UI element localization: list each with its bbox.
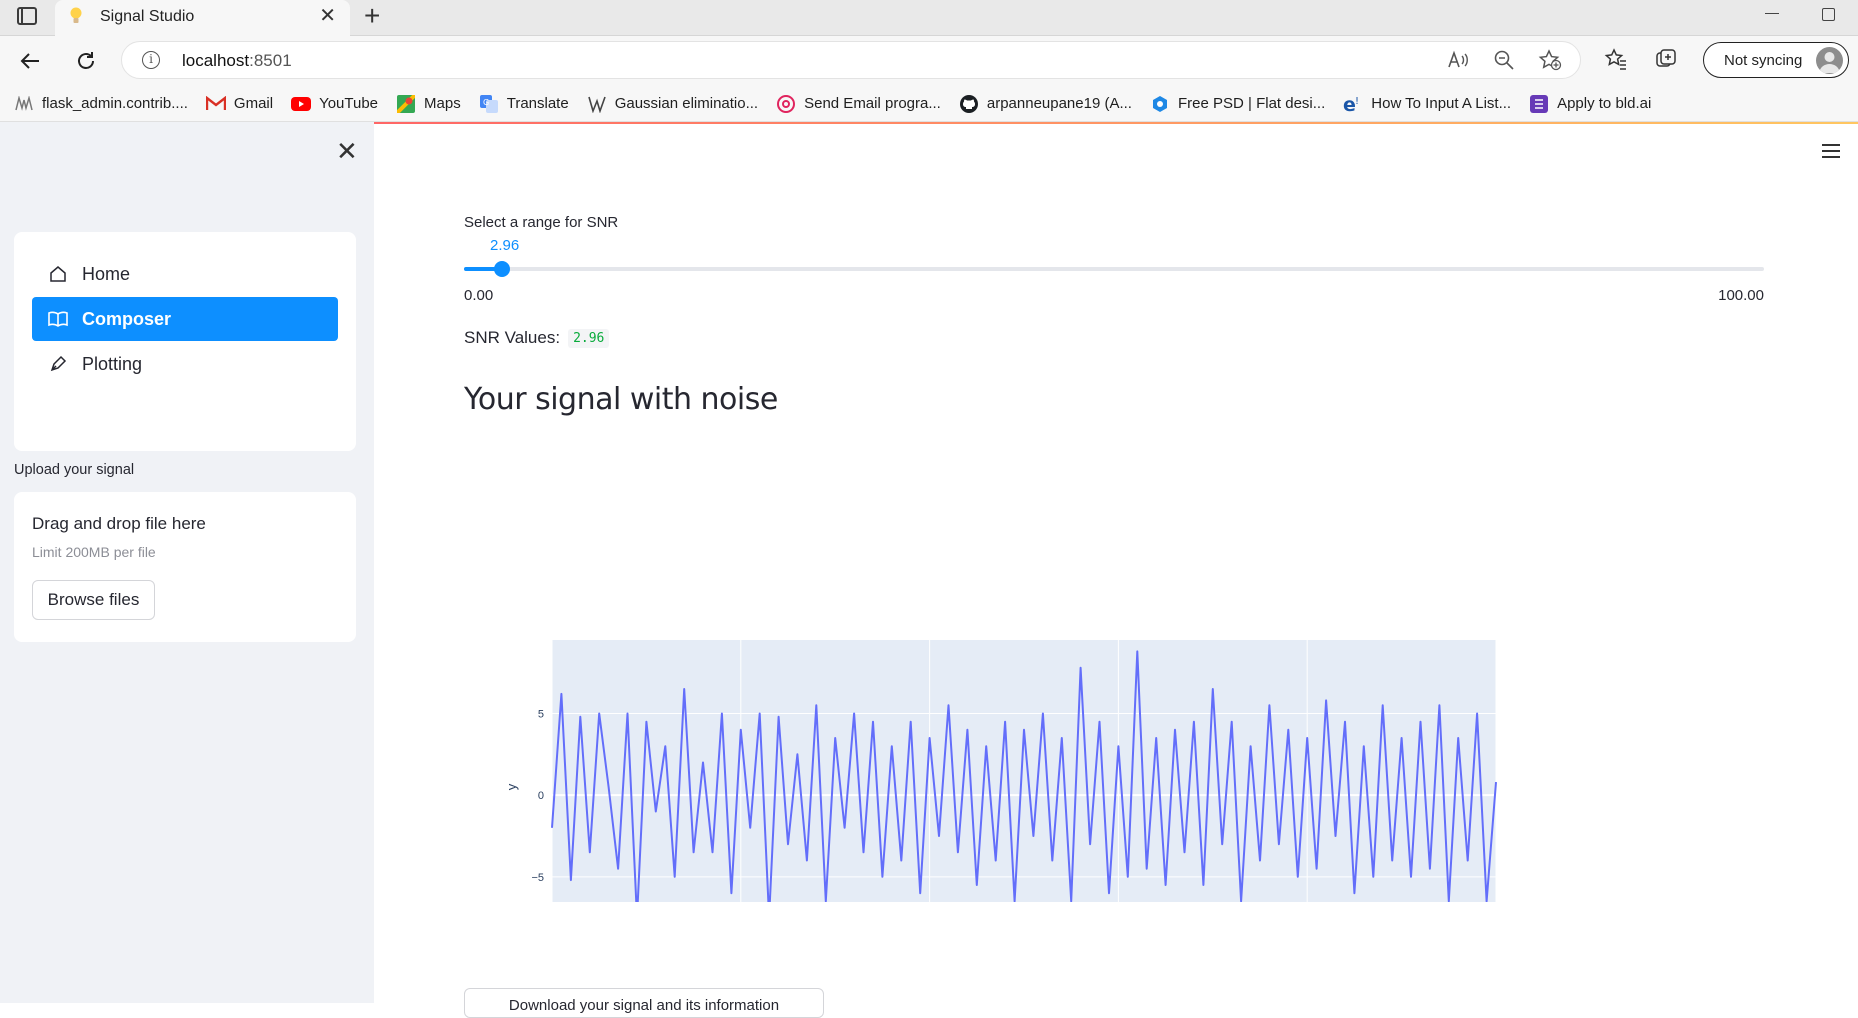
profile-avatar-icon xyxy=(1816,47,1843,74)
svg-text:!: ! xyxy=(1355,96,1359,107)
dropzone-title: Drag and drop file here xyxy=(32,514,206,533)
minimize-icon[interactable] xyxy=(1765,13,1779,14)
y-tick-label: 5 xyxy=(538,709,544,721)
e-icon: e! xyxy=(1343,94,1363,114)
forms-icon xyxy=(1529,94,1549,114)
browse-files-button[interactable]: Browse files xyxy=(32,580,155,620)
snr-slider-thumb[interactable] xyxy=(494,261,510,277)
bookmark-gaussian[interactable]: Gaussian eliminatio... xyxy=(587,94,758,114)
snr-values-code: 2.96 xyxy=(568,328,610,348)
bookmark-freepsd[interactable]: Free PSD | Flat desi... xyxy=(1150,94,1325,114)
maximize-icon[interactable] xyxy=(1822,8,1835,21)
zoom-out-icon[interactable] xyxy=(1492,48,1516,72)
snr-values-label: SNR Values: xyxy=(464,328,561,347)
sync-status-button[interactable]: Not syncing xyxy=(1703,42,1849,78)
site-info-icon[interactable]: i xyxy=(142,51,160,69)
main-content: Select a range for SNR 2.96 0.00 100.00 … xyxy=(374,122,1858,1018)
svg-text:G: G xyxy=(483,98,489,107)
url-text: localhost:8501 xyxy=(182,51,292,70)
upload-label: Upload your signal xyxy=(14,462,135,478)
close-sidebar-icon[interactable]: ✕ xyxy=(336,138,358,164)
signal-plot[interactable]: 01234550−5xy xyxy=(464,522,1524,902)
collections-icon[interactable] xyxy=(1654,47,1678,76)
url-input[interactable]: i localhost:8501 xyxy=(121,41,1581,79)
freepsd-icon xyxy=(1150,94,1170,114)
snr-values-row: SNR Values: 2.96 xyxy=(464,328,610,348)
lightbulb-icon xyxy=(70,7,82,23)
file-dropzone[interactable]: Drag and drop file here Limit 200MB per … xyxy=(14,492,356,642)
bookmark-send-email[interactable]: Send Email progra... xyxy=(776,94,941,114)
nav-label-home: Home xyxy=(82,263,131,284)
bookmark-how-to[interactable]: e! How To Input A List... xyxy=(1343,94,1511,114)
sync-label: Not syncing xyxy=(1724,52,1803,69)
read-aloud-icon[interactable] xyxy=(1446,48,1470,72)
gmail-icon xyxy=(205,94,226,114)
y-tick-label: 0 xyxy=(538,790,544,802)
back-arrow-icon[interactable] xyxy=(16,47,44,75)
nav-item-plotting[interactable]: Plotting xyxy=(32,342,338,386)
bookmark-translate[interactable]: G Translate xyxy=(479,94,569,114)
add-favorite-icon[interactable] xyxy=(1538,48,1562,72)
bookmark-bld[interactable]: Apply to bld.ai xyxy=(1529,94,1651,114)
page-heading: Your signal with noise xyxy=(464,382,778,417)
youtube-icon xyxy=(291,94,312,114)
snr-slider-label: Select a range for SNR xyxy=(464,214,619,231)
snr-slider-min: 0.00 xyxy=(464,287,494,304)
sidebar: ✕ Home Composer Plotting Upload your sig… xyxy=(0,122,374,1003)
bookmark-flask-admin[interactable]: flask_admin.contrib.... xyxy=(14,94,188,114)
close-icon[interactable]: ✕ xyxy=(319,6,336,26)
favorites-icon[interactable] xyxy=(1604,47,1628,76)
nav-item-home[interactable]: Home xyxy=(32,252,338,296)
new-tab-icon[interactable]: + xyxy=(364,2,380,30)
browser-tab[interactable]: Signal Studio ✕ xyxy=(55,0,350,36)
nav-label-plotting: Plotting xyxy=(82,353,143,374)
send-email-icon xyxy=(776,94,796,114)
refresh-icon[interactable] xyxy=(72,47,100,75)
bookmarks-bar: flask_admin.contrib.... Gmail YouTube Ma… xyxy=(0,86,1858,122)
bookmark-maps[interactable]: Maps xyxy=(396,94,461,114)
gaussian-icon xyxy=(587,94,607,114)
app-viewport: ✕ Home Composer Plotting Upload your sig… xyxy=(0,122,1858,1018)
house-icon xyxy=(48,264,68,284)
pen-icon xyxy=(48,354,68,374)
translate-icon: G xyxy=(479,94,499,114)
snr-slider[interactable] xyxy=(464,261,1764,277)
address-bar: i localhost:8501 Not syncing xyxy=(0,36,1858,86)
maps-icon xyxy=(396,94,416,114)
bookmark-github[interactable]: arpanneupane19 (A... xyxy=(959,94,1132,114)
tab-actions-icon[interactable] xyxy=(17,7,37,25)
y-axis-title: y xyxy=(504,783,519,790)
flask-admin-icon xyxy=(14,94,34,114)
snr-slider-max: 100.00 xyxy=(1718,287,1764,304)
nav-label-composer: Composer xyxy=(82,308,172,329)
bookmark-gmail[interactable]: Gmail xyxy=(205,94,273,114)
book-icon xyxy=(48,309,68,329)
y-tick-label: −5 xyxy=(531,872,544,884)
snr-slider-value: 2.96 xyxy=(490,237,520,254)
browser-tab-strip: Signal Studio ✕ + xyxy=(0,0,1858,36)
dropzone-limit: Limit 200MB per file xyxy=(32,544,156,560)
svg-text:e: e xyxy=(1343,95,1356,113)
download-button[interactable]: Download your signal and its information xyxy=(464,988,824,1018)
nav-item-composer[interactable]: Composer xyxy=(32,297,338,341)
plot-area xyxy=(552,640,1496,902)
github-icon xyxy=(959,94,979,114)
tab-title: Signal Studio xyxy=(100,8,195,25)
nav-menu: Home Composer Plotting xyxy=(14,232,356,451)
bookmark-youtube[interactable]: YouTube xyxy=(291,94,378,114)
